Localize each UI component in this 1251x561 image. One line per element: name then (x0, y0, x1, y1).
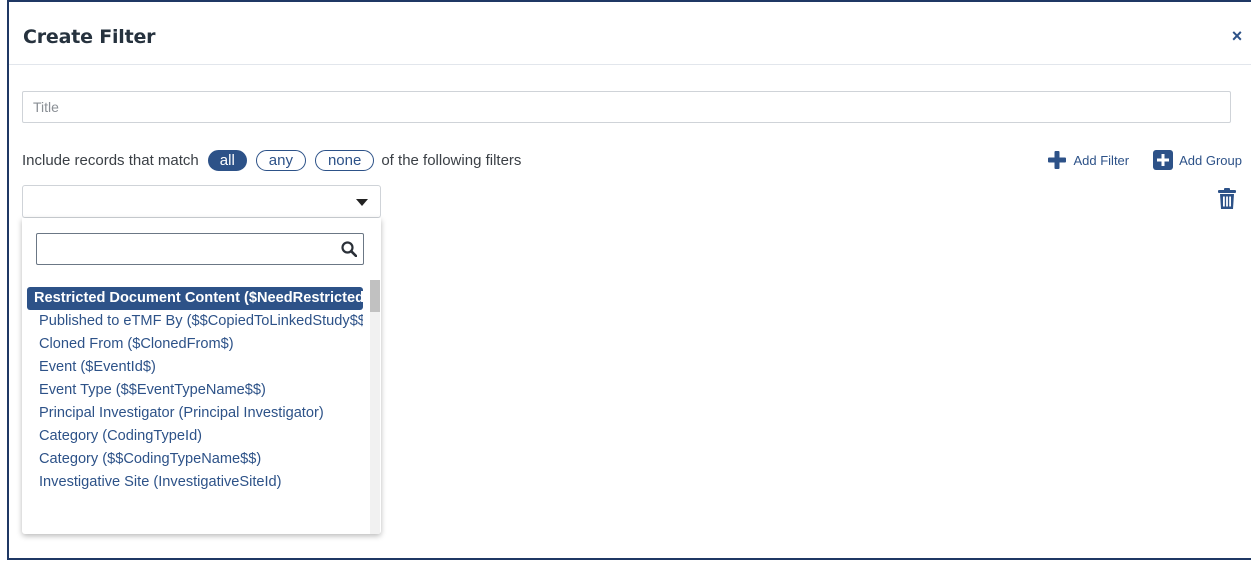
dropdown-option[interactable]: Category (CodingTypeId) (27, 425, 363, 448)
match-suffix: of the following filters (381, 151, 522, 169)
add-filter-label: Add Filter (1073, 152, 1130, 168)
dropdown-options: Restricted Document Content ($NeedRestri… (27, 287, 363, 494)
field-dropdown: Restricted Document Content ($NeedRestri… (22, 218, 381, 534)
chevron-down-icon (356, 199, 368, 206)
dropdown-option[interactable]: Event ($EventId$) (27, 356, 363, 379)
plus-icon (1048, 151, 1067, 169)
dropdown-option[interactable]: Investigative Site (InvestigativeSiteId) (27, 471, 363, 494)
delete-filter-button[interactable] (1218, 188, 1236, 215)
search-icon (341, 241, 357, 257)
dropdown-option[interactable]: Cloned From ($ClonedFrom$) (27, 333, 363, 356)
add-group-button[interactable]: Add Group (1153, 150, 1242, 170)
dropdown-option[interactable]: Published to eTMF By ($$CopiedToLinkedSt… (27, 310, 363, 333)
dropdown-search-input[interactable] (37, 234, 339, 264)
trash-icon (1218, 188, 1236, 209)
create-filter-dialog: Create Filter × Include records that mat… (7, 0, 1251, 560)
dialog-title: Create Filter (23, 26, 156, 48)
dropdown-search (36, 233, 364, 265)
add-group-label: Add Group (1179, 152, 1242, 168)
dropdown-option[interactable]: Restricted Document Content ($NeedRestri… (27, 287, 363, 310)
match-none-button[interactable]: none (314, 149, 375, 171)
dropdown-option[interactable]: Category ($$CodingTypeName$$) (27, 448, 363, 471)
dropdown-option[interactable]: Event Type ($$EventTypeName$$) (27, 379, 363, 402)
title-input[interactable] (22, 91, 1231, 123)
filter-actions: Add Filter Add Group (1023, 148, 1242, 172)
plus-square-icon (1153, 150, 1174, 170)
match-row: Include records that match all any none … (22, 148, 521, 172)
field-select[interactable] (22, 185, 381, 218)
dialog-header: Create Filter × (9, 2, 1251, 65)
add-filter-button[interactable]: Add Filter (1047, 150, 1129, 170)
dropdown-option[interactable]: Principal Investigator (Principal Invest… (27, 402, 363, 425)
dropdown-scrollbar-thumb[interactable] (370, 280, 380, 312)
match-prefix: Include records that match (22, 151, 199, 169)
match-any-button[interactable]: any (255, 149, 306, 171)
match-all-button[interactable]: all (207, 149, 247, 171)
close-icon[interactable]: × (1227, 26, 1247, 46)
dropdown-scrollbar[interactable] (370, 280, 380, 534)
